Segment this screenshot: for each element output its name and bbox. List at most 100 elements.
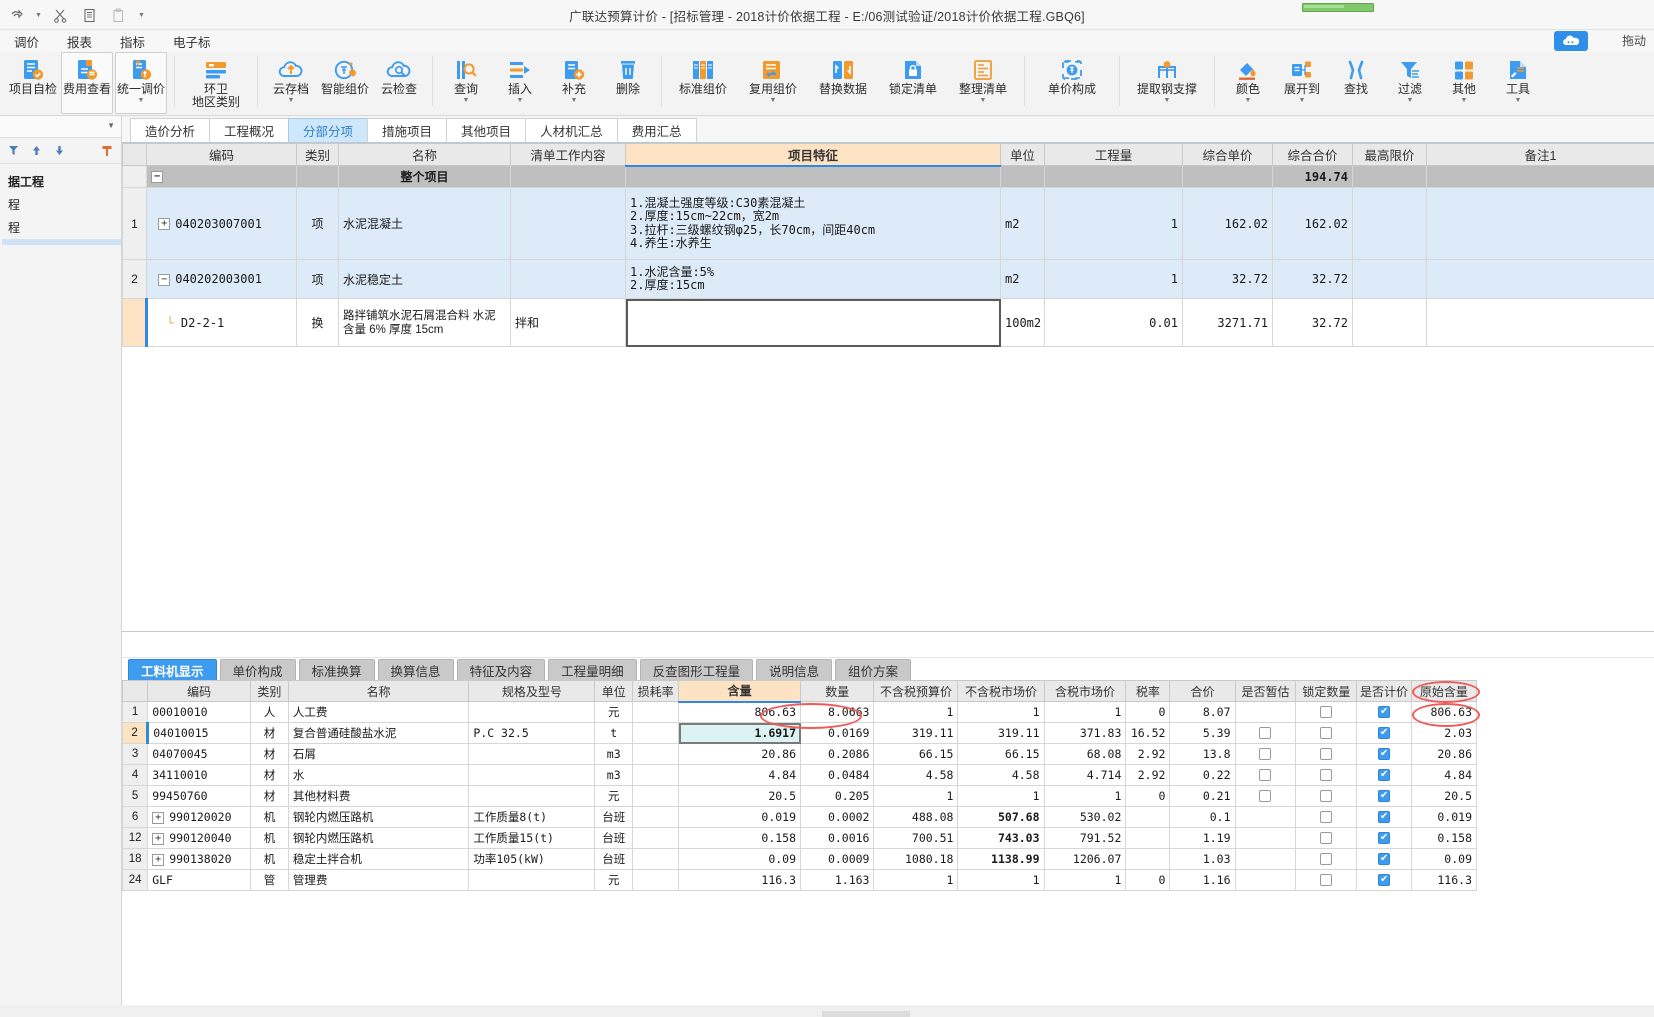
lower-col-code[interactable]: 编码 <box>147 680 252 702</box>
cell-lock-quantity[interactable] <box>1295 743 1358 765</box>
is-priced-checkbox[interactable] <box>1378 768 1391 782</box>
lock-quantity-checkbox[interactable] <box>1320 705 1333 718</box>
cell-tax-rate[interactable]: 0 <box>1125 701 1171 723</box>
cell-budget-price-ex-tax[interactable]: 1 <box>873 869 959 891</box>
chevron-down-icon[interactable]: ▼ <box>1407 97 1414 105</box>
lower-col-name[interactable]: 名称 <box>287 680 470 702</box>
cell-budget-price-ex-tax[interactable]: 1080.18 <box>873 848 959 870</box>
cell-provisional[interactable] <box>1234 722 1297 744</box>
cell-remark[interactable] <box>1426 298 1654 347</box>
chevron-down-icon[interactable]: ▼ <box>1299 97 1306 105</box>
upper-col-quantity[interactable]: 工程量 <box>1044 143 1183 166</box>
cell-loss-rate[interactable] <box>632 743 680 765</box>
tab-cost-summary[interactable]: 费用汇总 <box>616 118 697 142</box>
cell-code[interactable]: └ D2-2-1 <box>145 298 297 347</box>
ribbon-button-standard-pricing[interactable]: 标准组价 <box>669 52 737 114</box>
tab-standard-conversion[interactable]: 标准换算 <box>298 659 375 680</box>
cell-provisional[interactable] <box>1234 869 1297 891</box>
cell-provisional[interactable] <box>1234 701 1297 723</box>
ribbon-button-lock-list[interactable]: 锁定清单 <box>879 52 947 114</box>
lower-col-quantity[interactable]: 数量 <box>800 680 875 702</box>
cell-lock-quantity[interactable] <box>1295 722 1358 744</box>
cell-content[interactable]: 0.019 <box>678 806 802 828</box>
upper-col-max-price[interactable]: 最高限价 <box>1352 143 1427 166</box>
cell-tax-rate[interactable] <box>1125 806 1171 828</box>
cell-quantity[interactable]: 0.01 <box>1044 298 1183 347</box>
ribbon-button-sanitation-region-category[interactable]: 环卫 地区类别 <box>182 52 250 114</box>
cell-lock-quantity[interactable] <box>1295 785 1358 807</box>
cell-content[interactable]: 806.63 <box>678 701 802 723</box>
lock-quantity-checkbox[interactable] <box>1320 852 1333 865</box>
table-row[interactable]: 12 +990120040 机钢轮内燃压路机 工作质量15(t) 台班 0.158 0.00… <box>122 827 1478 849</box>
is-priced-checkbox[interactable] <box>1378 852 1391 866</box>
provisional-checkbox[interactable] <box>1259 768 1272 781</box>
ribbon-button-insert[interactable]: 插入 ▼ <box>494 52 546 114</box>
cell-is-priced[interactable] <box>1356 764 1412 786</box>
cell-code[interactable]: +990138020 <box>147 848 252 870</box>
ribbon-button-expand-to[interactable]: 展开到 ▼ <box>1276 52 1328 114</box>
cell-lock-quantity[interactable] <box>1295 764 1358 786</box>
cell-budget-price-ex-tax[interactable]: 66.15 <box>873 743 959 765</box>
cell-market-price-ex-tax[interactable]: 1 <box>957 701 1045 723</box>
ribbon-button-delete[interactable]: 删除 <box>602 52 654 114</box>
division-subitem-grid[interactable]: 编码 类别 名称 清单工作内容 项目特征 单位 工程量 综合单价 综合合价 最高… <box>122 143 1654 632</box>
cell-loss-rate[interactable] <box>632 701 680 723</box>
cell-content[interactable]: 20.5 <box>678 785 802 807</box>
cell-spec-model[interactable] <box>468 743 596 765</box>
ribbon-button-smart-pricing[interactable]: 智能组价 <box>319 52 371 114</box>
cell-work-content[interactable]: 拌和 <box>510 298 626 347</box>
cell-project-feature[interactable]: 1.水泥含量:5% 2.厚度:15cm <box>625 259 1001 299</box>
cell-name[interactable]: 其他材料费 <box>287 785 470 807</box>
expand-icon[interactable]: + <box>152 853 165 866</box>
is-priced-checkbox[interactable] <box>1378 789 1391 803</box>
lower-col-tax-rate[interactable]: 税率 <box>1125 680 1171 702</box>
table-row[interactable]: 1 +040203007001 项 水泥混凝土 1.混凝土强度等级:C30素混凝… <box>122 187 1654 260</box>
filter-icon[interactable] <box>8 145 19 156</box>
upper-col-comprehensive-total[interactable]: 综合合价 <box>1272 143 1353 166</box>
arrow-up-icon[interactable] <box>31 145 42 156</box>
upper-col-rownum[interactable] <box>122 143 147 166</box>
cell-budget-price-ex-tax[interactable]: 700.51 <box>873 827 959 849</box>
is-priced-checkbox[interactable] <box>1378 831 1391 845</box>
ribbon-button-find[interactable]: 查找 <box>1330 52 1382 114</box>
cell-code[interactable]: 04070045 <box>147 743 252 765</box>
cell-tax-rate[interactable]: 0 <box>1125 869 1171 891</box>
upper-col-category[interactable]: 类别 <box>296 143 339 166</box>
cell-name[interactable]: 复合普通硅酸盐水泥 <box>287 722 470 744</box>
expand-icon[interactable]: + <box>152 811 165 824</box>
tree-node-0[interactable]: 据工程 <box>2 170 121 193</box>
cell-market-price-ex-tax[interactable]: 1 <box>957 785 1045 807</box>
chevron-down-icon[interactable]: ▼ <box>138 97 145 105</box>
cell-content[interactable]: 4.84 <box>678 764 802 786</box>
chevron-down-icon[interactable]: ▼ <box>463 97 470 105</box>
lower-col-market-price-inc-tax[interactable]: 含税市场价 <box>1043 680 1127 702</box>
arrow-down-icon[interactable] <box>54 145 65 156</box>
is-priced-checkbox[interactable] <box>1378 747 1391 761</box>
lock-quantity-checkbox[interactable] <box>1320 768 1333 781</box>
cell-max-price[interactable] <box>1352 259 1427 299</box>
chevron-down-icon[interactable]: ▼ <box>288 97 295 105</box>
provisional-checkbox[interactable] <box>1259 726 1272 739</box>
cell-work-content[interactable] <box>510 187 626 260</box>
cell-code[interactable]: GLF <box>147 869 252 891</box>
lower-col-market-price-ex-tax[interactable]: 不含税市场价 <box>957 680 1045 702</box>
cell-project-feature[interactable] <box>625 298 1001 347</box>
lower-col-spec-model[interactable]: 规格及型号 <box>468 680 596 702</box>
cell-name[interactable]: 人工费 <box>287 701 470 723</box>
cell-remark[interactable] <box>1426 259 1654 299</box>
cell-market-price-ex-tax[interactable]: 1138.99 <box>957 848 1045 870</box>
is-priced-checkbox[interactable] <box>1378 705 1391 719</box>
upper-col-comprehensive-unit-price[interactable]: 综合单价 <box>1182 143 1273 166</box>
provisional-checkbox[interactable] <box>1259 789 1272 802</box>
cell-market-price-inc-tax[interactable]: 4.714 <box>1043 764 1127 786</box>
cell-is-priced[interactable] <box>1356 827 1412 849</box>
cell-provisional[interactable] <box>1234 764 1297 786</box>
lower-col-loss-rate[interactable]: 损耗率 <box>632 680 680 702</box>
cell-name[interactable]: 管理费 <box>287 869 470 891</box>
cell-name[interactable]: 稳定土拌合机 <box>287 848 470 870</box>
tab-pricing-scheme[interactable]: 组价方案 <box>835 659 912 680</box>
tab-unit-price-composition[interactable]: 单价构成 <box>219 659 296 680</box>
ribbon-button-replace-data[interactable]: 替换数据 <box>809 52 877 114</box>
ribbon-button-cloud-check[interactable]: 云检查 <box>373 52 425 114</box>
lower-col-unit[interactable]: 单位 <box>594 680 634 702</box>
